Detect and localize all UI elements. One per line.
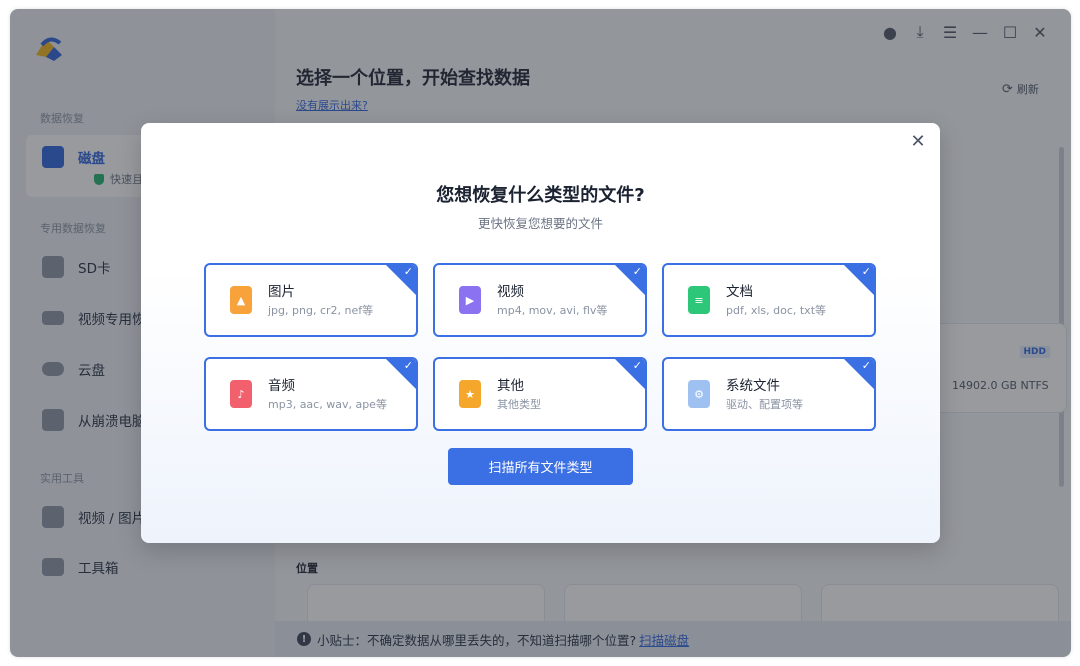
type-desc: 其他类型 bbox=[497, 398, 541, 411]
check-icon: ✓ bbox=[861, 359, 871, 372]
type-desc: pdf, xls, doc, txt等 bbox=[726, 304, 827, 317]
type-desc: mp4, mov, avi, flv等 bbox=[497, 304, 608, 317]
type-card-audio[interactable]: ✓ ♪ 音频 mp3, aac, wav, ape等 bbox=[204, 357, 418, 431]
type-name: 视频 bbox=[497, 284, 524, 300]
type-name: 图片 bbox=[268, 284, 295, 300]
close-icon[interactable]: ✕ bbox=[906, 129, 930, 153]
file-type-dialog: ✕ 您想恢复什么类型的文件? 更快恢复您想要的文件 ✓ ▲ 图片 jpg, pn… bbox=[141, 123, 940, 543]
audio-icon: ♪ bbox=[230, 380, 252, 408]
type-desc: 驱动、配置项等 bbox=[726, 398, 803, 411]
type-name: 文档 bbox=[726, 284, 753, 300]
type-desc: mp3, aac, wav, ape等 bbox=[268, 398, 387, 411]
check-icon: ✓ bbox=[632, 359, 642, 372]
type-name: 其他 bbox=[497, 378, 524, 394]
check-icon: ✓ bbox=[403, 359, 413, 372]
type-card-documents[interactable]: ✓ ≡ 文档 pdf, xls, doc, txt等 bbox=[662, 263, 876, 337]
scan-all-types-button[interactable]: 扫描所有文件类型 bbox=[448, 448, 633, 485]
type-name: 音频 bbox=[268, 378, 295, 394]
type-desc: jpg, png, cr2, nef等 bbox=[268, 304, 374, 317]
system-file-icon: ⚙ bbox=[688, 380, 710, 408]
type-card-system-files[interactable]: ✓ ⚙ 系统文件 驱动、配置项等 bbox=[662, 357, 876, 431]
type-card-video[interactable]: ✓ ▶ 视频 mp4, mov, avi, flv等 bbox=[433, 263, 647, 337]
check-icon: ✓ bbox=[861, 265, 871, 278]
image-icon: ▲ bbox=[230, 286, 252, 314]
check-icon: ✓ bbox=[403, 265, 413, 278]
dialog-title: 您想恢复什么类型的文件? bbox=[436, 185, 645, 206]
other-file-icon: ★ bbox=[459, 380, 481, 408]
type-card-other[interactable]: ✓ ★ 其他 其他类型 bbox=[433, 357, 647, 431]
video-icon: ▶ bbox=[459, 286, 481, 314]
check-icon: ✓ bbox=[632, 265, 642, 278]
type-card-images[interactable]: ✓ ▲ 图片 jpg, png, cr2, nef等 bbox=[204, 263, 418, 337]
dialog-subtitle: 更快恢复您想要的文件 bbox=[477, 216, 603, 231]
type-name: 系统文件 bbox=[726, 378, 780, 394]
document-icon: ≡ bbox=[688, 286, 710, 314]
